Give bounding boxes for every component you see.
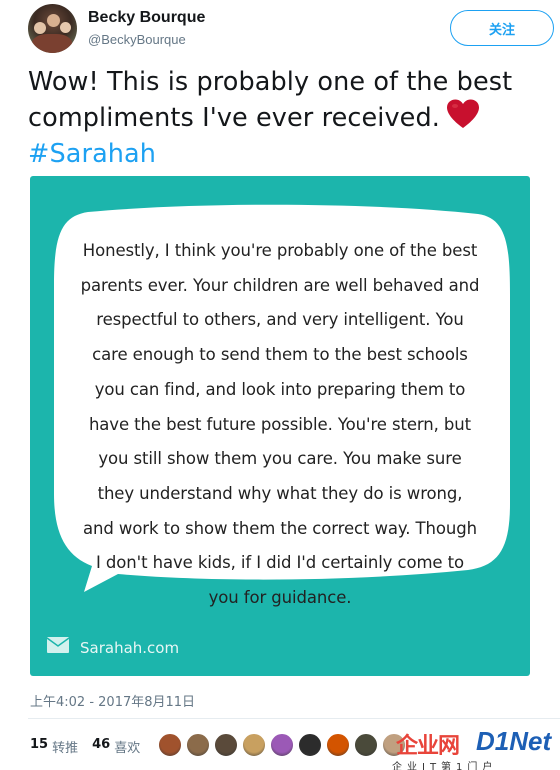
likes-stat[interactable]: 46 喜欢 (92, 737, 140, 756)
envelope-icon (46, 636, 70, 659)
tweet-text: Wow! This is probably one of the best co… (28, 66, 548, 171)
retweets-label: 转推 (52, 741, 79, 756)
tweet-stats: 15 转推 46 喜欢 (30, 737, 154, 756)
watermark-sub: 企业IT第1门户 (392, 762, 498, 770)
liker-avatar[interactable] (354, 733, 378, 757)
avatar[interactable] (28, 4, 77, 53)
liker-avatar[interactable] (158, 733, 182, 757)
divider (28, 718, 560, 719)
liker-avatar[interactable] (242, 733, 266, 757)
watermark-en: D1Net (476, 726, 552, 756)
hashtag-link[interactable]: #Sarahah (28, 139, 156, 169)
liker-avatar[interactable] (186, 733, 210, 757)
liker-avatar[interactable] (326, 733, 350, 757)
liker-avatars (158, 733, 410, 757)
watermark-logo: 企业网 D1Net 企业IT第1门户 (392, 726, 560, 770)
anonymous-message: Honestly, I think you're probably one of… (80, 241, 480, 608)
tweet-header: Becky Bourque @BeckyBourque 关注 (28, 4, 556, 54)
tweet-media-image[interactable]: Honestly, I think you're probably one of… (30, 176, 530, 676)
watermark-cn: 企业网 (396, 734, 460, 759)
user-name[interactable]: Becky Bourque (88, 9, 205, 27)
brand-footer: Sarahah.com (46, 636, 179, 659)
tweet-timestamp[interactable]: 上午4:02 - 2017年8月11日 (30, 691, 195, 710)
liker-avatar[interactable] (214, 733, 238, 757)
brand-label: Sarahah.com (80, 638, 180, 657)
tweet-body: Wow! This is probably one of the best co… (28, 67, 513, 133)
likes-count: 46 (92, 737, 111, 752)
retweets-count: 15 (30, 737, 49, 752)
liker-avatar[interactable] (298, 733, 322, 757)
user-handle[interactable]: @BeckyBourque (88, 32, 186, 47)
retweets-stat[interactable]: 15 转推 (30, 737, 78, 756)
follow-button[interactable]: 关注 (450, 10, 554, 46)
likes-label: 喜欢 (114, 741, 141, 756)
liker-avatar[interactable] (270, 733, 294, 757)
red-heart-icon (446, 99, 480, 138)
